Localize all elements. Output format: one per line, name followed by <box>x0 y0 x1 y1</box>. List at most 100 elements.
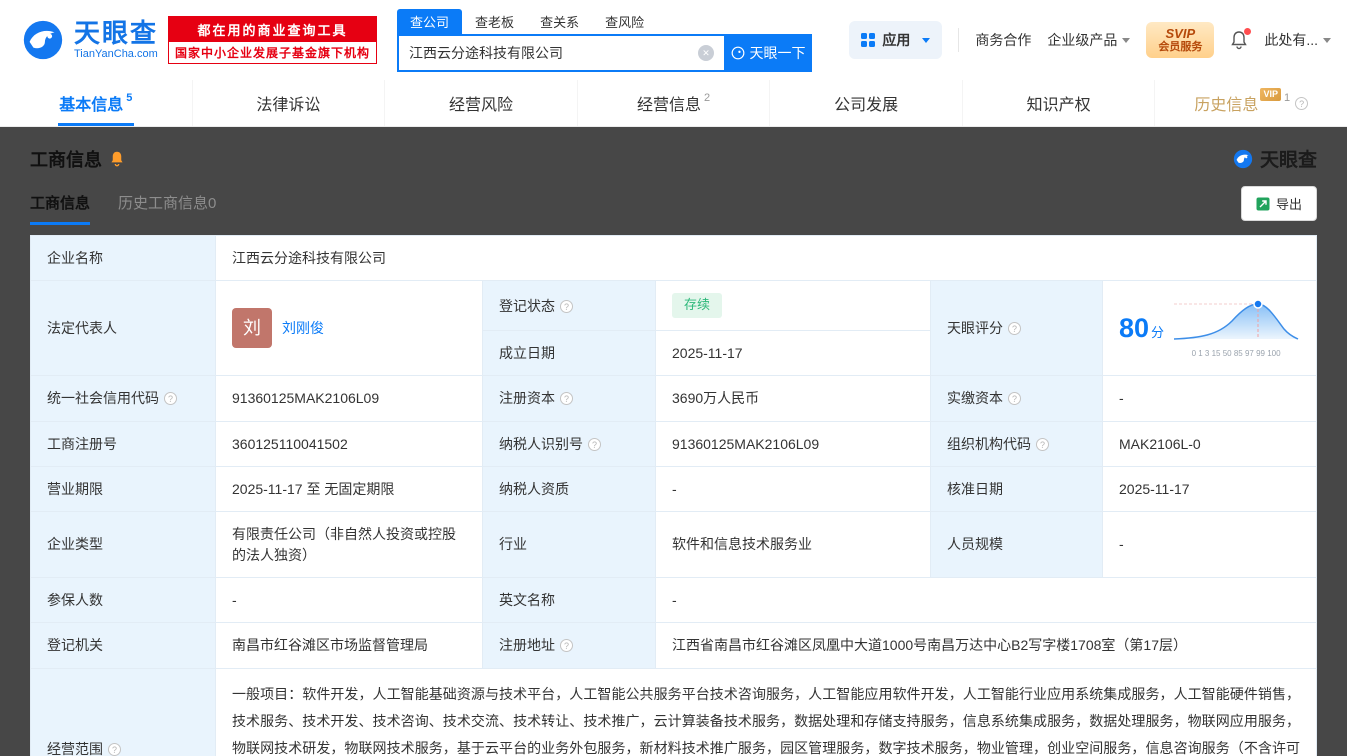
watermark-label: 天眼查 <box>1259 150 1317 171</box>
table-row: 企业类型 有限责任公司（非自然人投资或控股的法人独资） 行业 软件和信息技术服务… <box>30 511 1317 578</box>
notification-dot <box>1244 28 1252 35</box>
logo-subtitle: TianYanCha.com <box>74 47 158 60</box>
legal-rep-avatar[interactable]: 刘 <box>232 308 272 349</box>
tab-badge: 5 <box>126 92 133 104</box>
info-icon[interactable] <box>1036 437 1049 451</box>
info-icon[interactable] <box>164 392 177 406</box>
tab-label: 知识产权 <box>1026 97 1091 114</box>
svip-member-badge[interactable]: SVIP 会员服务 <box>1146 21 1215 59</box>
chevron-down-icon <box>1122 37 1131 43</box>
tab-badge: 2 <box>703 92 711 104</box>
header-right: 应用 商务合作 企业级产品 SVIP 会员服务 此处有... <box>849 21 1331 59</box>
tab-label: 基本信息 <box>59 97 124 114</box>
info-icon[interactable] <box>1295 96 1309 110</box>
search-tab-company[interactable]: 查公司 <box>397 8 463 34</box>
tab-operating-risk[interactable]: 经营风险 <box>385 80 578 126</box>
account-menu[interactable]: 此处有... <box>1264 30 1331 50</box>
legal-rep-name-link[interactable]: 刘刚俊 <box>282 318 324 338</box>
cooperation-label: 商务合作 <box>975 32 1032 48</box>
enterprise-products-menu[interactable]: 企业级产品 <box>1047 30 1131 50</box>
account-menu-label: 此处有... <box>1264 32 1318 48</box>
tab-label: 历史信息 <box>1194 97 1259 114</box>
field-value-staff-size: - <box>1102 511 1317 578</box>
tab-label: 法律诉讼 <box>256 97 321 114</box>
logo-text: 天眼查 TianYanCha.com <box>74 18 159 60</box>
divider <box>958 28 960 52</box>
status-badge: 存续 <box>672 293 723 319</box>
search-tab-boss[interactable]: 查老板 <box>462 9 527 34</box>
clear-icon[interactable] <box>698 44 715 61</box>
info-icon[interactable] <box>108 742 121 756</box>
field-value-taxpayer-id: 91360125MAK2106L09 <box>655 420 931 468</box>
table-row: 经营范围 一般项目：软件开发，人工智能基础资源与技术平台，人工智能公共服务平台技… <box>30 667 1317 756</box>
field-label-paid-capital: 实缴资本 <box>930 375 1103 422</box>
field-label-reg-status: 登记状态 <box>482 280 656 332</box>
field-label-staff-size: 人员规模 <box>930 511 1103 578</box>
field-value-reg-authority: 南昌市红谷滩区市场监督管理局 <box>215 622 483 669</box>
apps-menu[interactable]: 应用 <box>849 21 943 59</box>
subtab-history-business-info[interactable]: 历史工商信息0 <box>118 192 216 225</box>
subtab-row: 工商信息 历史工商信息0 导出 <box>30 186 1317 225</box>
table-row: 参保人数 - 英文名称 - <box>30 576 1317 624</box>
tab-basic-info[interactable]: 基本信息 5 <box>0 80 193 126</box>
search-area: 查公司 查老板 查关系 查风险 天眼一下 <box>397 8 813 72</box>
field-value-taxpayer-quality: - <box>655 466 931 513</box>
search-row: 天眼一下 <box>397 33 813 72</box>
search-button[interactable]: 天眼一下 <box>724 33 813 72</box>
info-icon[interactable] <box>1008 392 1021 406</box>
field-value-approval-date: 2025-11-17 <box>1102 466 1317 513</box>
export-button[interactable]: 导出 <box>1240 186 1317 221</box>
field-label-established: 成立日期 <box>482 330 656 377</box>
field-label-reg-authority: 登记机关 <box>30 622 216 669</box>
field-label-term: 营业期限 <box>30 466 216 513</box>
field-value-org-code: MAK2106L-0 <box>1102 420 1317 468</box>
subtab-business-info[interactable]: 工商信息 <box>30 192 91 225</box>
search-input[interactable] <box>397 33 725 72</box>
search-tab-risk[interactable]: 查风险 <box>592 9 657 34</box>
svip-label: SVIP <box>1165 25 1196 41</box>
search-tabs: 查公司 查老板 查关系 查风险 <box>397 8 812 34</box>
tab-operating-info[interactable]: 经营信息 2 <box>578 80 771 126</box>
field-label-reg-number: 工商注册号 <box>30 420 216 468</box>
search-button-logo-icon <box>731 46 744 59</box>
chevron-down-icon <box>1323 37 1331 43</box>
tab-intellectual-property[interactable]: 知识产权 <box>963 80 1156 126</box>
field-value-legal-rep: 刘 刘刚俊 <box>215 280 483 377</box>
info-icon[interactable] <box>560 392 573 406</box>
export-icon <box>1256 197 1270 210</box>
field-label-approval-date: 核准日期 <box>930 466 1103 513</box>
field-label-company-type: 企业类型 <box>30 511 216 578</box>
tab-legal-litigation[interactable]: 法律诉讼 <box>193 80 386 126</box>
logo-title: 天眼查 <box>74 18 159 49</box>
tianyancha-watermark: 天眼查 <box>1232 145 1317 172</box>
field-label-taxpayer-id: 纳税人识别号 <box>482 420 656 468</box>
field-label-company-name: 企业名称 <box>30 234 216 282</box>
search-button-label: 天眼一下 <box>749 44 806 61</box>
tab-company-development[interactable]: 公司发展 <box>770 80 963 126</box>
field-label-address: 注册地址 <box>482 622 656 669</box>
notification-bell-icon[interactable] <box>1230 28 1252 50</box>
enterprise-label: 企业级产品 <box>1047 32 1118 48</box>
section-title: 工商信息 <box>30 149 102 170</box>
info-icon[interactable] <box>1008 322 1021 336</box>
announcement-icon[interactable] <box>109 150 125 167</box>
field-value-established: 2025-11-17 <box>655 330 931 377</box>
score-number[interactable]: 80 分 <box>1119 309 1164 348</box>
tab-history-info[interactable]: 历史信息 VIP 1 <box>1155 80 1347 126</box>
search-tab-relation[interactable]: 查关系 <box>527 9 592 34</box>
chevron-down-icon <box>922 37 931 43</box>
info-icon[interactable] <box>560 639 573 653</box>
field-value-scope: 一般项目：软件开发，人工智能基础资源与技术平台，人工智能公共服务平台技术咨询服务… <box>215 667 1317 756</box>
info-icon[interactable] <box>560 299 573 313</box>
tab-label: 公司发展 <box>834 97 899 114</box>
field-label-industry: 行业 <box>482 511 656 578</box>
field-label-english-name: 英文名称 <box>482 576 656 624</box>
tianyancha-logo[interactable]: 天眼查 TianYanCha.com <box>20 17 158 63</box>
score-curve-chart: 0 1 3 15 50 85 97 99 100 <box>1170 297 1302 359</box>
field-label-score: 天眼评分 <box>930 280 1103 377</box>
info-icon[interactable] <box>588 437 601 451</box>
field-label-insured-count: 参保人数 <box>30 576 216 624</box>
field-value-term: 2025-11-17 至 无固定期限 <box>215 466 483 513</box>
business-cooperation-link[interactable]: 商务合作 <box>975 30 1031 50</box>
field-value-score[interactable]: 80 分 0 1 3 15 50 85 97 99 100 <box>1102 280 1317 377</box>
